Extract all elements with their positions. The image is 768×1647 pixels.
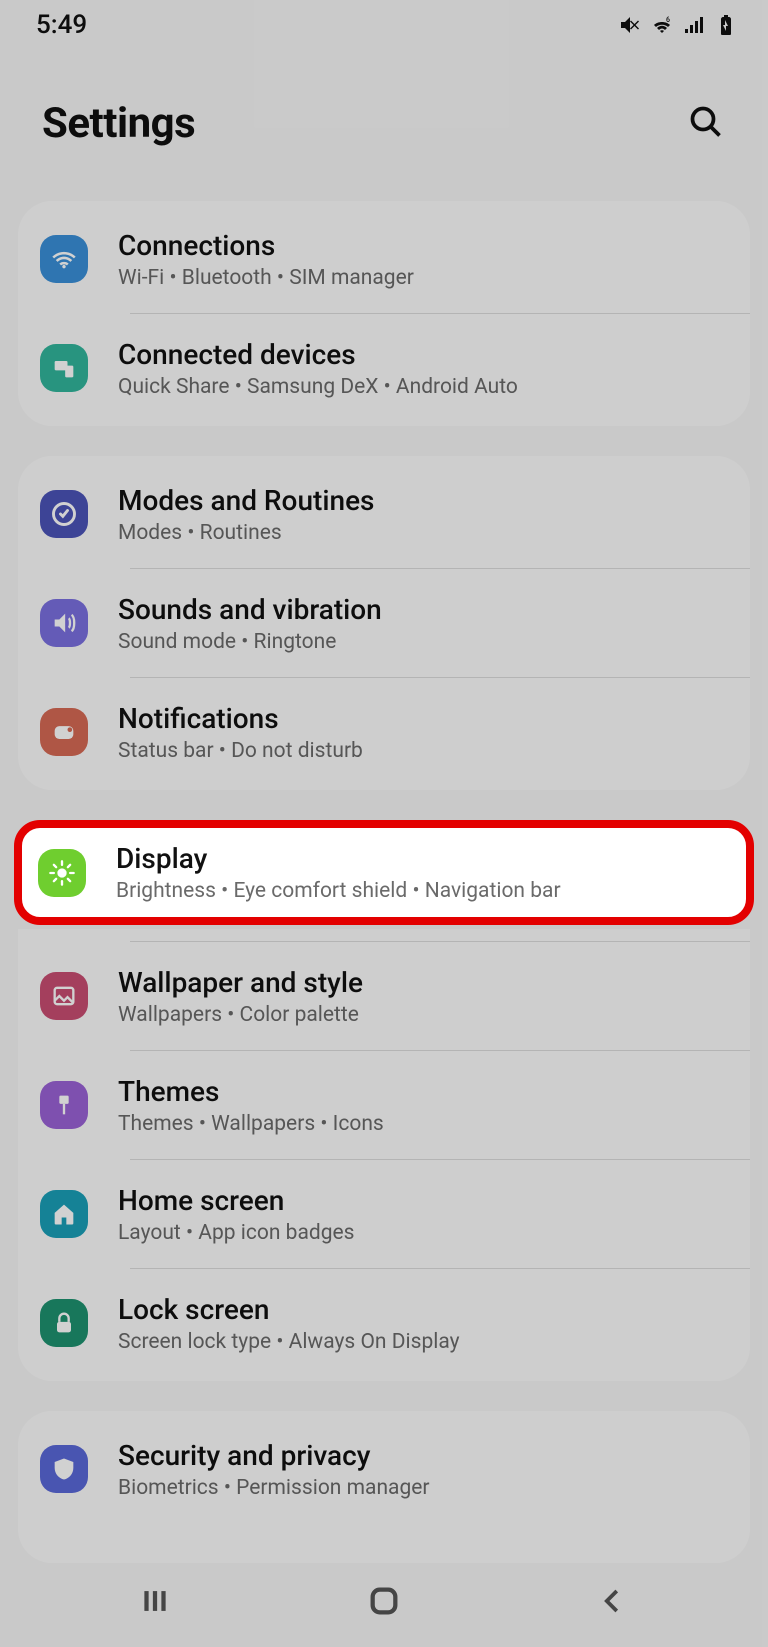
svg-text:6: 6 xyxy=(666,16,670,24)
item-subtitle: Wi-Fi • Bluetooth • SIM manager xyxy=(118,266,414,290)
page-title: Settings xyxy=(42,99,195,148)
nav-home-button[interactable] xyxy=(324,1573,444,1629)
shield-icon xyxy=(40,1445,88,1493)
item-subtitle: Status bar • Do not disturb xyxy=(118,739,363,763)
row-text: Wallpaper and style Wallpapers • Color p… xyxy=(118,966,363,1027)
home-icon xyxy=(40,1190,88,1238)
wifi-icon xyxy=(40,235,88,283)
item-subtitle: Biometrics • Permission manager xyxy=(118,1476,430,1500)
settings-item-home[interactable]: Home screen Layout • App icon badges xyxy=(18,1160,750,1268)
row-text: Home screen Layout • App icon badges xyxy=(118,1184,355,1245)
item-title: Home screen xyxy=(118,1184,355,1217)
signal-icon xyxy=(682,13,706,37)
item-title: Modes and Routines xyxy=(118,484,374,517)
highlight-callout: Display Brightness • Eye comfort shield … xyxy=(14,820,754,925)
notifications-icon xyxy=(40,708,88,756)
navigation-bar xyxy=(0,1555,768,1647)
item-title: Themes xyxy=(118,1075,384,1108)
item-title: Sounds and vibration xyxy=(118,593,382,626)
mute-icon xyxy=(618,13,642,37)
devices-icon xyxy=(40,344,88,392)
speaker-icon xyxy=(40,599,88,647)
item-title: Notifications xyxy=(118,702,363,735)
settings-item-notifications[interactable]: Notifications Status bar • Do not distur… xyxy=(18,678,750,786)
row-text: Sounds and vibration Sound mode • Ringto… xyxy=(118,593,382,654)
row-text: Display Brightness • Eye comfort shield … xyxy=(116,842,561,903)
item-subtitle: Themes • Wallpapers • Icons xyxy=(118,1112,384,1136)
settings-item-lock[interactable]: Lock screen Screen lock type • Always On… xyxy=(18,1269,750,1377)
battery-charging-icon xyxy=(714,13,738,37)
item-subtitle: Brightness • Eye comfort shield • Naviga… xyxy=(116,879,561,903)
settings-group-security: Security and privacy Biometrics • Permis… xyxy=(18,1411,750,1563)
status-time: 5:49 xyxy=(36,10,87,40)
nav-back-button[interactable] xyxy=(553,1573,673,1629)
brightness-icon xyxy=(38,849,86,897)
nav-recents-button[interactable] xyxy=(95,1573,215,1629)
settings-group-display: Wallpaper and style Wallpapers • Color p… xyxy=(18,929,750,1381)
settings-item-wallpaper[interactable]: Wallpaper and style Wallpapers • Color p… xyxy=(18,942,750,1050)
item-title: Connected devices xyxy=(118,338,518,371)
settings-item-sounds[interactable]: Sounds and vibration Sound mode • Ringto… xyxy=(18,569,750,677)
settings-group-general: Modes and Routines Modes • Routines Soun… xyxy=(18,456,750,790)
row-text: Connections Wi-Fi • Bluetooth • SIM mana… xyxy=(118,229,414,290)
row-text: Lock screen Screen lock type • Always On… xyxy=(118,1293,460,1354)
settings-group-connections: Connections Wi-Fi • Bluetooth • SIM mana… xyxy=(18,201,750,426)
row-text: Security and privacy Biometrics • Permis… xyxy=(118,1439,430,1500)
status-icons: 6 xyxy=(618,13,738,37)
item-title: Wallpaper and style xyxy=(118,966,363,999)
row-text: Connected devices Quick Share • Samsung … xyxy=(118,338,518,399)
item-subtitle: Sound mode • Ringtone xyxy=(118,630,382,654)
settings-header: Settings xyxy=(0,50,768,201)
settings-item-display[interactable]: Display Brightness • Eye comfort shield … xyxy=(22,828,746,917)
row-text: Themes Themes • Wallpapers • Icons xyxy=(118,1075,384,1136)
search-icon xyxy=(688,104,724,140)
settings-item-security[interactable]: Security and privacy Biometrics • Permis… xyxy=(18,1415,750,1523)
wifi-icon: 6 xyxy=(650,13,674,37)
brush-icon xyxy=(40,1081,88,1129)
modes-icon xyxy=(40,490,88,538)
image-icon xyxy=(40,972,88,1020)
item-subtitle: Modes • Routines xyxy=(118,521,374,545)
search-button[interactable] xyxy=(682,98,730,149)
settings-item-connections[interactable]: Connections Wi-Fi • Bluetooth • SIM mana… xyxy=(18,205,750,313)
row-text: Modes and Routines Modes • Routines xyxy=(118,484,374,545)
item-subtitle: Quick Share • Samsung DeX • Android Auto xyxy=(118,375,518,399)
item-title: Lock screen xyxy=(118,1293,460,1326)
item-title: Display xyxy=(116,842,561,875)
item-title: Security and privacy xyxy=(118,1439,430,1472)
item-subtitle: Layout • App icon badges xyxy=(118,1221,355,1245)
lock-icon xyxy=(40,1299,88,1347)
item-subtitle: Screen lock type • Always On Display xyxy=(118,1330,460,1354)
status-bar: 5:49 6 xyxy=(0,0,768,50)
settings-item-connected-devices[interactable]: Connected devices Quick Share • Samsung … xyxy=(18,314,750,422)
settings-item-modes[interactable]: Modes and Routines Modes • Routines xyxy=(18,460,750,568)
item-subtitle: Wallpapers • Color palette xyxy=(118,1003,363,1027)
settings-screen: 5:49 6 Settings Connections Wi-Fi • Blue… xyxy=(0,0,768,1647)
item-title: Connections xyxy=(118,229,414,262)
settings-item-themes[interactable]: Themes Themes • Wallpapers • Icons xyxy=(18,1051,750,1159)
row-text: Notifications Status bar • Do not distur… xyxy=(118,702,363,763)
